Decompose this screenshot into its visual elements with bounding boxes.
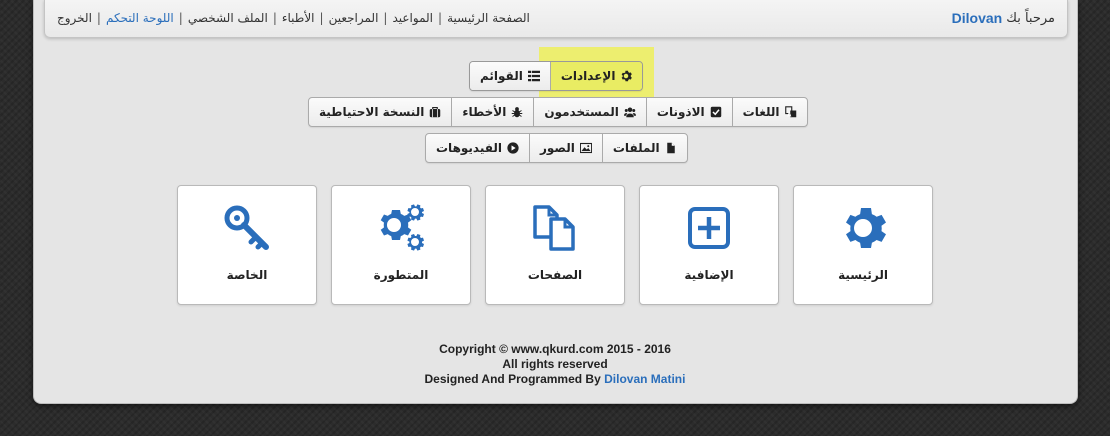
tab-lists[interactable]: القوائم xyxy=(470,62,550,90)
nav-separator: | xyxy=(319,11,324,25)
nav-separator: | xyxy=(383,11,388,25)
permissions-label: الاذونات xyxy=(656,105,705,119)
tile-additional-label: الإضافية xyxy=(684,268,734,282)
tile-pages-label: الصفحات xyxy=(527,268,583,282)
tile-advanced-settings[interactable]: المتطورة xyxy=(331,185,471,305)
welcome-text: مرحباً بك xyxy=(1006,10,1055,26)
tile-private-settings[interactable]: الخاصة xyxy=(177,185,317,305)
permissions-button[interactable]: الاذونات xyxy=(645,98,732,126)
page-footer: Copyright © www.qkurd.com 2015 - 2016 Al… xyxy=(0,342,1110,387)
tile-private-label: الخاصة xyxy=(226,268,268,282)
tile-main-label: الرئيسية xyxy=(838,268,888,282)
footer-copyright: Copyright © www.qkurd.com 2015 - 2016 xyxy=(439,342,671,356)
errors-button[interactable]: الأخطاء xyxy=(451,98,533,126)
images-label: الصور xyxy=(540,141,575,155)
users-button[interactable]: المستخدمون xyxy=(533,98,646,126)
nav-separator: | xyxy=(272,11,277,25)
nav-home[interactable]: الصفحة الرئيسية xyxy=(447,11,530,25)
translate-icon: A xyxy=(784,106,796,118)
gears-icon xyxy=(380,204,424,251)
nav-separator: | xyxy=(178,11,183,25)
footer-credits: Designed And Programmed By Dilovan Matin… xyxy=(0,372,1110,387)
file-icon xyxy=(666,142,675,154)
backup-button[interactable]: النسخة الاحتياطية xyxy=(309,98,451,126)
footer-rights: All rights reserved xyxy=(502,357,608,371)
languages-button[interactable]: A اللغات xyxy=(731,98,807,126)
tab-settings-label: الإعدادات xyxy=(560,69,616,83)
files-button[interactable]: الملفات xyxy=(601,134,687,162)
username-link[interactable]: Dilovan xyxy=(952,10,1003,26)
tab-settings[interactable]: الإعدادات xyxy=(549,62,643,90)
tile-pages-settings[interactable]: الصفحات xyxy=(485,185,625,305)
tab-lists-label: القوائم xyxy=(480,69,523,83)
footer-designed-by: Designed And Programmed By xyxy=(424,372,601,386)
plus-square-icon xyxy=(688,207,730,249)
tile-advanced-label: المتطورة xyxy=(373,268,429,282)
image-icon xyxy=(579,142,592,154)
footer-author-link[interactable]: Dilovan Matini xyxy=(604,372,685,386)
key-icon xyxy=(224,205,269,250)
copy-pages-icon xyxy=(533,205,575,251)
users-icon xyxy=(623,107,636,118)
gear-icon xyxy=(622,70,633,82)
files-label: الملفات xyxy=(612,141,660,155)
nav-separator: | xyxy=(438,11,443,25)
backup-label: النسخة الاحتياطية xyxy=(319,105,425,119)
videos-button[interactable]: الفيديوهات xyxy=(426,134,529,162)
nav-control-panel[interactable]: اللوحة التحكم xyxy=(106,11,174,25)
settings-toolbar-row2: الملفات الصور الفيديوهات xyxy=(425,133,688,163)
gear-icon xyxy=(846,208,886,248)
nav-appointments[interactable]: المواعيد xyxy=(392,11,433,25)
suitcase-icon xyxy=(430,106,441,118)
tab-group: الإعدادات القوائم xyxy=(469,61,644,91)
languages-label: اللغات xyxy=(742,105,780,119)
welcome-message: مرحباً بك Dilovan xyxy=(952,10,1055,26)
users-label: المستخدمون xyxy=(544,105,619,119)
nav-doctors[interactable]: الأطباء xyxy=(282,11,315,25)
videos-label: الفيديوهات xyxy=(436,141,502,155)
tile-main-settings[interactable]: الرئيسية xyxy=(793,185,933,305)
check-square-icon xyxy=(710,106,721,118)
nav-logout[interactable]: الخروج xyxy=(57,11,92,25)
top-navbar: مرحباً بك Dilovan الصفحة الرئيسية | المو… xyxy=(44,0,1068,38)
nav-patients[interactable]: المراجعين xyxy=(329,11,379,25)
bug-icon xyxy=(512,107,523,118)
play-circle-icon xyxy=(507,142,519,154)
nav-separator: | xyxy=(96,11,101,25)
nav-profile[interactable]: الملف الشخصي xyxy=(188,11,268,25)
tile-additional-settings[interactable]: الإضافية xyxy=(639,185,779,305)
images-button[interactable]: الصور xyxy=(529,134,602,162)
list-icon xyxy=(527,70,540,82)
errors-label: الأخطاء xyxy=(462,105,507,119)
main-nav: الصفحة الرئيسية | المواعيد | المراجعين |… xyxy=(57,11,530,25)
settings-toolbar-row1: A اللغات الاذونات المستخدمون الأخطاء الن… xyxy=(308,97,808,127)
